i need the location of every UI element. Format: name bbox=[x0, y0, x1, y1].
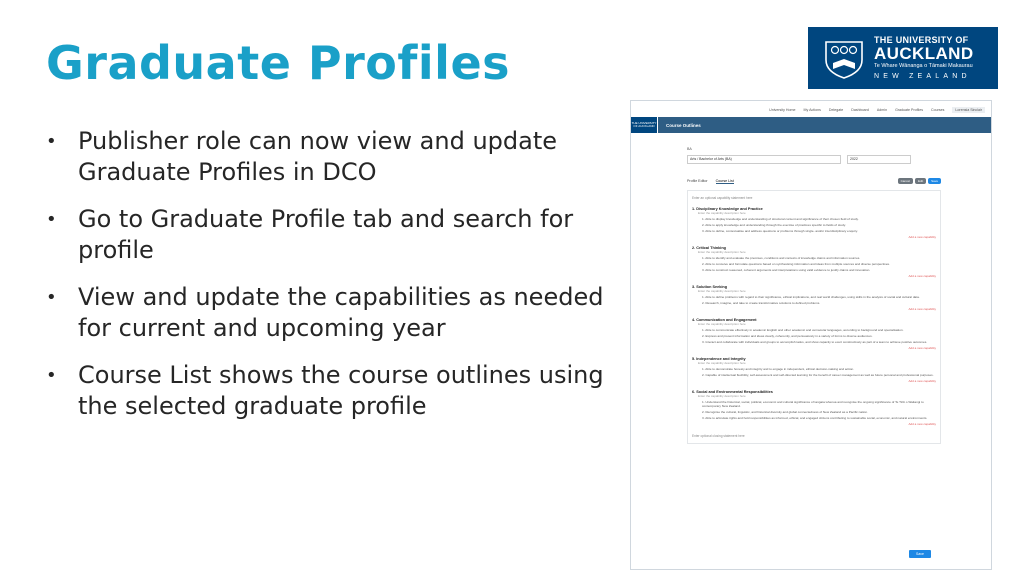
capability-item[interactable]: 1. Able to identify and evaluate the pre… bbox=[702, 256, 936, 260]
capability-description-hint[interactable]: Enter the capability description here bbox=[698, 250, 936, 254]
program-label: BA bbox=[687, 147, 692, 151]
bullet-text: Go to Graduate Profile tab and search fo… bbox=[78, 205, 574, 264]
capability-item[interactable]: 2. Research, imagine, and take to create… bbox=[702, 301, 936, 305]
capability-item[interactable]: 2. Able to conceive and formulate questi… bbox=[702, 262, 936, 266]
capability-item[interactable]: 3. Interact and collaborate with individ… bbox=[702, 340, 936, 344]
slide-title: Graduate Profiles bbox=[46, 36, 511, 90]
year-select[interactable]: 2022 bbox=[847, 155, 911, 164]
nav-dashboard[interactable]: Dashboard bbox=[851, 108, 869, 112]
app-header-bar: THE UNIVERSITY OF AUCKLAND Course Outlin… bbox=[631, 117, 991, 133]
logo-line3: Te Whare Wānanga o Tāmaki Makaurau bbox=[874, 62, 973, 69]
app-top-nav: University Home My Actions Delegate Dash… bbox=[631, 101, 991, 117]
bullet-item: • Course List shows the course outlines u… bbox=[44, 360, 604, 422]
nav-university-home[interactable]: University Home bbox=[769, 108, 795, 112]
bullet-item: • View and update the capabilities as nee… bbox=[44, 282, 604, 344]
add-capability-link[interactable]: Add a new capability bbox=[692, 307, 936, 311]
bullet-item: • Publisher role can now view and update … bbox=[44, 126, 604, 188]
capability-item[interactable]: 2. Able to apply knowledge and understan… bbox=[702, 223, 936, 227]
nav-my-actions[interactable]: My Actions bbox=[804, 108, 821, 112]
bullet-item: • Go to Graduate Profile tab and search f… bbox=[44, 204, 604, 266]
university-logo: THE UNIVERSITY OF AUCKLAND Te Whare Wāna… bbox=[808, 27, 998, 89]
capability-description-hint[interactable]: Enter the capability description here bbox=[698, 211, 936, 215]
bullet-glyph: • bbox=[46, 131, 57, 152]
bullet-list: • Publisher role can now view and update … bbox=[44, 126, 604, 438]
bullet-glyph: • bbox=[46, 365, 57, 386]
add-capability-link[interactable]: Add a new capability bbox=[692, 379, 936, 383]
bullet-glyph: • bbox=[46, 209, 57, 230]
nav-graduate-profiles[interactable]: Graduate Profiles bbox=[895, 108, 923, 112]
capability-item[interactable]: 1. Able to display knowledge and underst… bbox=[702, 217, 936, 221]
tab-profile-editor[interactable]: Profile Editor bbox=[687, 179, 708, 183]
capability-item[interactable]: 2. Express and present information and i… bbox=[702, 334, 936, 338]
app-logo-text: THE UNIVERSITY OF AUCKLAND bbox=[631, 120, 657, 128]
cancel-button[interactable]: Cancel bbox=[897, 178, 913, 184]
capabilities-panel: Enter an optional capability statement h… bbox=[687, 190, 941, 444]
closing-hint[interactable]: Enter optional closing statement here bbox=[692, 434, 936, 438]
capability-item[interactable]: 3. Able to define, contextualise and add… bbox=[702, 229, 936, 233]
tab-course-list[interactable]: Course List bbox=[715, 179, 734, 184]
bullet-text: View and update the capabilities as need… bbox=[78, 283, 604, 342]
profile-editor: BA Arts / Bachelor of Arts (BA) 2022 Pro… bbox=[687, 147, 941, 444]
edit-button[interactable]: Edit bbox=[914, 178, 927, 184]
logo-line4: NEW ZEALAND bbox=[874, 72, 971, 80]
bullet-text: Course List shows the course outlines us… bbox=[78, 361, 604, 420]
capability-item[interactable]: 1. Able to demonstrate honesty and integ… bbox=[702, 367, 936, 371]
logo-line1: THE UNIVERSITY OF bbox=[874, 34, 969, 45]
logo-line2: AUCKLAND bbox=[874, 43, 974, 63]
capability-description-hint[interactable]: Enter the capability description here bbox=[698, 361, 936, 365]
add-capability-link[interactable]: Add a new capability bbox=[692, 346, 936, 350]
save-button[interactable]: Save bbox=[909, 550, 931, 558]
capability-description-hint[interactable]: Enter the capability description here bbox=[698, 394, 936, 398]
add-capability-link[interactable]: Add a new capability bbox=[692, 274, 936, 278]
capability-description-hint[interactable]: Enter the capability description here bbox=[698, 322, 936, 326]
capability-item[interactable]: 1. Understand the historical, social, po… bbox=[702, 400, 936, 408]
user-menu[interactable]: Lorensia Sinclair bbox=[952, 107, 985, 113]
nav-admin[interactable]: Admin bbox=[877, 108, 887, 112]
capability-item[interactable]: 3. Able to articulate rights and hold re… bbox=[702, 416, 936, 420]
statement-hint[interactable]: Enter an optional capability statement h… bbox=[692, 196, 936, 200]
capability-description-hint[interactable]: Enter the capability description here bbox=[698, 289, 936, 293]
save-button-top[interactable]: Save bbox=[928, 178, 941, 184]
add-capability-link[interactable]: Add a new capability bbox=[692, 235, 936, 239]
add-capability-link[interactable]: Add a new capability bbox=[692, 422, 936, 426]
nav-courses[interactable]: Courses bbox=[931, 108, 944, 112]
app-logo: THE UNIVERSITY OF AUCKLAND bbox=[631, 117, 658, 133]
capability-item[interactable]: 1. Able to communicate effectively in ac… bbox=[702, 328, 936, 332]
capability-item[interactable]: 3. Able to construct reasoned, coherent … bbox=[702, 268, 936, 272]
program-select[interactable]: Arts / Bachelor of Arts (BA) bbox=[687, 155, 841, 164]
capability-item[interactable]: 1. Able to define problems with regard t… bbox=[702, 295, 936, 299]
capability-item[interactable]: 2. Capable of intellectual flexibility, … bbox=[702, 373, 936, 377]
nav-delegate[interactable]: Delegate bbox=[829, 108, 843, 112]
app-screenshot: University Home My Actions Delegate Dash… bbox=[630, 100, 992, 570]
app-section-title: Course Outlines bbox=[666, 122, 701, 128]
crest-icon bbox=[825, 41, 863, 79]
capability-item[interactable]: 2. Recognise the cultural, linguistic, a… bbox=[702, 410, 936, 414]
bullet-text: Publisher role can now view and update G… bbox=[78, 127, 558, 186]
bullet-glyph: • bbox=[46, 287, 57, 308]
